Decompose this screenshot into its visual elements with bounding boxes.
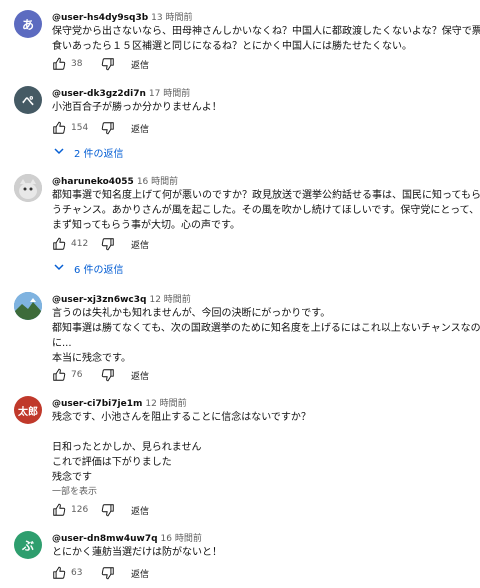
comment-actions: 412 返信 — [52, 236, 149, 252]
landscape-avatar-image — [14, 292, 42, 320]
comment-meta: @user-xj3zn6wc3q 12 時間前 — [52, 292, 191, 305]
comment-actions: 126 返信 — [52, 502, 149, 518]
avatar[interactable]: ぺ — [14, 86, 42, 114]
author-handle[interactable]: @user-xj3zn6wc3q — [52, 295, 146, 305]
reply-button[interactable]: 返信 — [131, 504, 149, 517]
like-icon[interactable] — [52, 503, 66, 517]
comment-meta: @user-dn8mw4uw7q 16 時間前 — [52, 531, 202, 544]
like-count: 126 — [71, 505, 89, 515]
comment-meta: @user-ci7bi7je1m 12 時間前 — [52, 396, 187, 409]
dislike-icon[interactable] — [101, 237, 115, 251]
comment-text: 保守党から出さないなら、田母神さんしかいなくね？中国人に都政渡したくないよな？保… — [52, 26, 480, 52]
like-icon[interactable] — [52, 368, 66, 382]
comment-actions: 63 返信 — [52, 565, 149, 581]
like-icon[interactable] — [52, 237, 66, 251]
like-icon[interactable] — [52, 121, 66, 135]
dislike-icon[interactable] — [101, 121, 115, 135]
dislike-icon[interactable] — [101, 503, 115, 517]
timestamp[interactable]: 16 時間前 — [137, 177, 178, 187]
like-count: 154 — [71, 123, 89, 133]
dislike-icon[interactable] — [101, 368, 115, 382]
like-count: 38 — [71, 59, 83, 69]
like-count: 412 — [71, 239, 89, 249]
timestamp[interactable]: 16 時間前 — [161, 534, 202, 544]
author-handle[interactable]: @user-dk3gz2di7n — [52, 89, 146, 99]
avatar[interactable]: 太郎 — [14, 396, 42, 424]
author-handle[interactable]: @user-hs4dy9sq3b — [52, 13, 148, 23]
view-replies-button[interactable]: 2 件の返信 — [54, 145, 124, 160]
reply-button[interactable]: 返信 — [131, 238, 149, 251]
author-handle[interactable]: @haruneko4055 — [52, 177, 134, 187]
avatar[interactable] — [14, 174, 42, 202]
comment-text: 都知事選で知名度上げて何が悪いのですか？政見放送で選挙公約話せる事は、国民に知っ… — [52, 190, 480, 231]
show-less-link[interactable]: 一部を表示 — [52, 484, 97, 497]
chevron-down-icon — [54, 263, 64, 274]
comment-meta: @user-dk3gz2di7n 17 時間前 — [52, 86, 190, 99]
like-count: 63 — [71, 568, 83, 578]
reply-button[interactable]: 返信 — [131, 369, 149, 382]
view-replies-button[interactable]: 6 件の返信 — [54, 261, 124, 276]
dislike-icon[interactable] — [101, 57, 115, 71]
avatar[interactable] — [14, 292, 42, 320]
comment-text: とにかく蓮舫当選だけは防がないと！ — [52, 547, 222, 558]
timestamp[interactable]: 17 時間前 — [149, 89, 190, 99]
timestamp[interactable]: 12 時間前 — [149, 295, 190, 305]
reply-button[interactable]: 返信 — [131, 567, 149, 580]
chevron-down-icon — [54, 147, 64, 158]
comment-meta: @user-hs4dy9sq3b 13 時間前 — [52, 10, 192, 23]
comment-actions: 76 返信 — [52, 367, 149, 383]
comment-text: 言うのは失礼かも知れませんが、今回の決断にがっかりです。 都知事選は勝てなくても… — [52, 308, 480, 364]
timestamp[interactable]: 12 時間前 — [145, 399, 186, 409]
comment-text: 残念です、小池さんを阻止することに信念はないですか？ 日和ったとかしか、見られま… — [52, 412, 311, 483]
reply-button[interactable]: 返信 — [131, 58, 149, 71]
avatar[interactable]: ぶ — [14, 531, 42, 559]
avatar[interactable]: あ — [14, 10, 42, 38]
comment-actions: 154 返信 — [52, 120, 149, 136]
author-handle[interactable]: @user-dn8mw4uw7q — [52, 534, 158, 544]
dislike-icon[interactable] — [101, 566, 115, 580]
reply-button[interactable]: 返信 — [131, 122, 149, 135]
comment-actions: 38 返信 — [52, 56, 149, 72]
comment-meta: @haruneko4055 16 時間前 — [52, 174, 178, 187]
comment-text: 小池百合子が勝っか分かりませんよ！ — [52, 102, 222, 113]
timestamp[interactable]: 13 時間前 — [151, 13, 192, 23]
like-icon[interactable] — [52, 566, 66, 580]
author-handle[interactable]: @user-ci7bi7je1m — [52, 399, 142, 409]
cat-avatar-image — [14, 174, 42, 202]
like-count: 76 — [71, 370, 83, 380]
like-icon[interactable] — [52, 57, 66, 71]
